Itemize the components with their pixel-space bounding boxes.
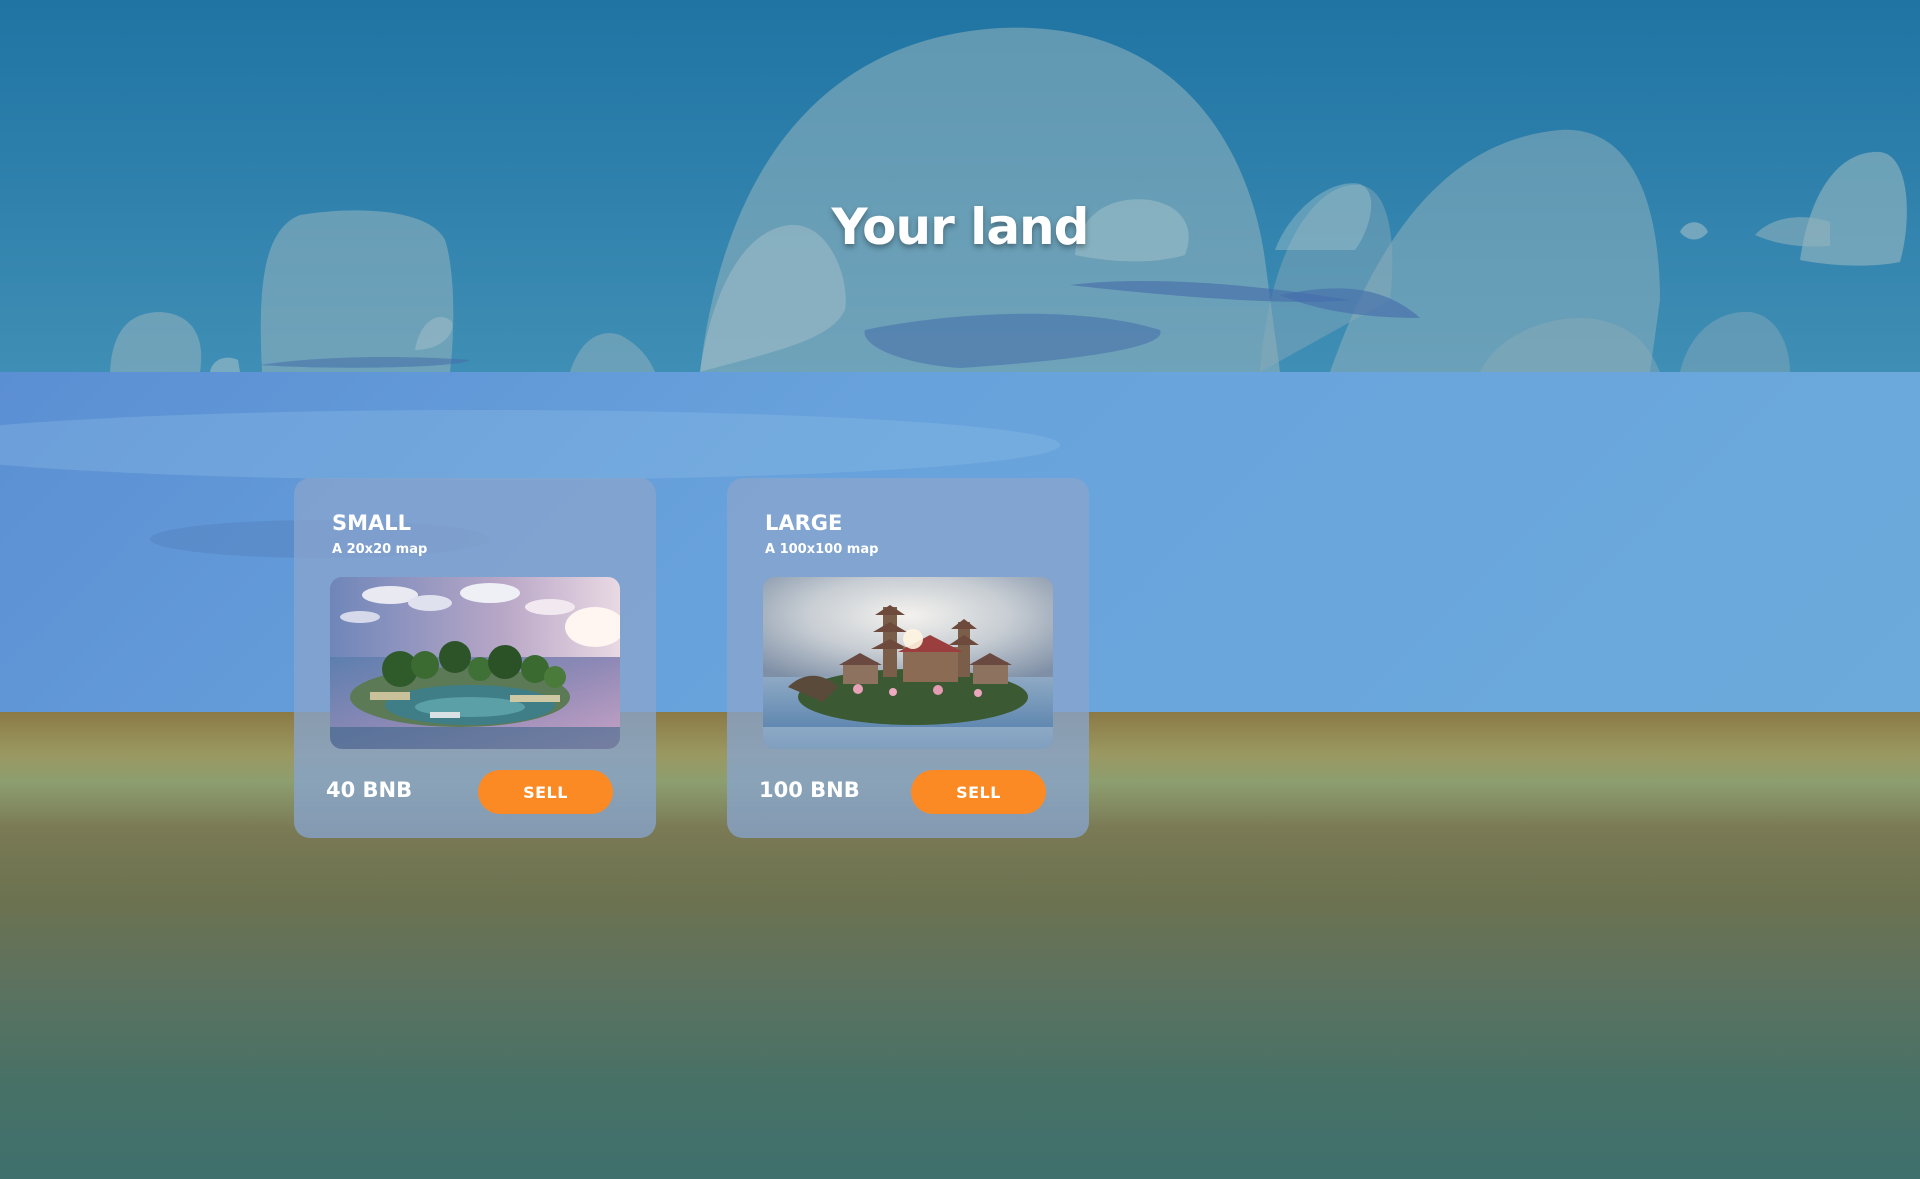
land-card-small: SMALL A 20x20 map 40 BNB SELL [294,478,656,838]
land-card-description: A 20x20 map [332,542,428,557]
land-card-large: LARGE A 100x100 map 100 BNB SELL [727,478,1089,838]
land-card-description: A 100x100 map [765,542,879,557]
land-price: 40 BNB [326,778,413,802]
land-card-title: SMALL [332,511,412,535]
small-island-image [330,577,620,749]
land-card-title: LARGE [765,511,843,535]
page-title: Your land [831,198,1090,256]
page-background: Your land SMALL A 20x20 map 40 BNB SELL … [0,0,1920,1179]
sky-clouds-illustration [0,0,1920,372]
sell-button[interactable]: SELL [911,770,1046,814]
large-island-image [763,577,1053,749]
sell-button[interactable]: SELL [478,770,613,814]
land-price: 100 BNB [759,778,860,802]
